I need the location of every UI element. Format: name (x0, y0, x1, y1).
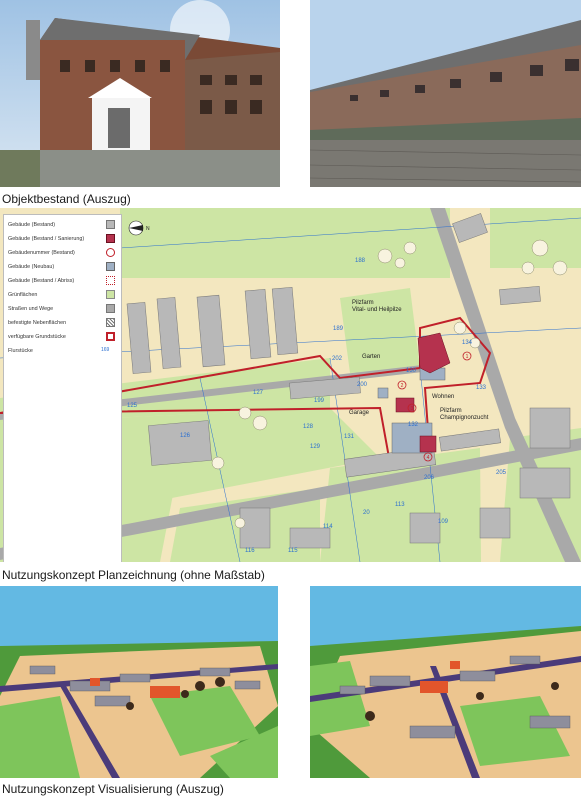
legend-item-gebaeudenummer: Gebäudenummer (Bestand) (8, 247, 117, 259)
parcel-127: 127 (253, 390, 264, 396)
parcel-109: 109 (438, 519, 449, 525)
parcel-125: 125 (127, 403, 138, 409)
legend-item-bestand: Gebäude (Bestand) (8, 219, 117, 231)
parcel-130: 130 (406, 368, 417, 374)
parcel-205: 205 (496, 470, 507, 476)
grey-square-icon (106, 220, 115, 229)
parcel-206: 206 (424, 475, 435, 481)
legend-item-strassen: Straßen und Wege (8, 303, 117, 315)
caption-planzeichnung: Nutzungskonzept Planzeichnung (ohne Maßs… (2, 568, 265, 582)
green-square-icon (106, 290, 115, 299)
parcel-114: 114 (323, 524, 333, 530)
legend-item-abriss: Gebäude (Bestand / Abriss) (8, 275, 117, 287)
red-square-icon (106, 234, 115, 243)
parcel-128: 128 (303, 424, 314, 430)
caption-visualisierung: Nutzungskonzept Visualisierung (Auszug) (2, 782, 224, 796)
blue-grey-square-icon (106, 262, 115, 271)
legend-item-gruenflaechen: Grünflächen (8, 289, 117, 301)
legend-item-flurstuecke: Flurstücke 169 (8, 345, 117, 357)
dotted-square-icon (106, 276, 115, 285)
parcel-115: 115 (288, 548, 298, 554)
caption-objektbestand: Objektbestand (Auszug) (2, 192, 131, 206)
photo-street-view (310, 0, 581, 187)
photo-building-front (0, 0, 280, 187)
parcel-116: 116 (245, 548, 255, 554)
label-wohnen: Wohnen (432, 394, 455, 400)
parcel-line-icon: 169 (101, 347, 110, 353)
parcel-202: 202 (332, 356, 343, 362)
legend-item-nebenflaechen: befestigte Nebenflächen (8, 317, 117, 329)
building-number-1: 1 (466, 354, 469, 360)
svg-text:N: N (146, 226, 150, 232)
parcel-132: 132 (408, 422, 419, 428)
hatched-square-icon (106, 318, 115, 327)
label-garage: Garage (349, 410, 370, 416)
red-outline-square-icon (106, 332, 115, 341)
parcel-20: 20 (363, 510, 370, 516)
visualization-view-1 (0, 586, 278, 778)
parcel-129: 129 (310, 444, 321, 450)
parcel-126: 126 (180, 433, 191, 439)
legend-item-grundstuecke: verfügbare Grundstücke (8, 331, 117, 343)
parcel-188: 188 (355, 258, 366, 264)
building-number-3: 3 (411, 406, 414, 412)
parcel-189: 189 (333, 326, 344, 332)
legend-item-neubau: Gebäude (Neubau) (8, 261, 117, 273)
parcel-199: 199 (314, 398, 325, 404)
parcel-133: 133 (476, 385, 487, 391)
legend-item-sanierung: Gebäude (Bestand / Sanierung) (8, 233, 117, 245)
visualization-view-2 (310, 586, 581, 778)
map-legend: Gebäude (Bestand) Gebäude (Bestand / San… (3, 214, 122, 562)
building-number-4: 4 (427, 455, 430, 461)
circled-number-icon (106, 248, 115, 257)
label-garten: Garten (362, 354, 381, 360)
parcel-113: 113 (395, 502, 405, 508)
site-plan-map: 1 2 3 4 N Gebäude (Bestand) Gebäude (Bes… (0, 208, 581, 562)
label-pilzfarm-champignon: Pilzfarm Champignonzucht (440, 408, 489, 421)
building-number-2: 2 (401, 383, 404, 389)
parcel-200: 200 (357, 382, 368, 388)
dark-grey-square-icon (106, 304, 115, 313)
parcel-134: 134 (462, 340, 473, 346)
parcel-131: 131 (344, 434, 355, 440)
label-pilzfarm-vital: Pilzfarm Vital- und Heilpilze (352, 300, 402, 313)
